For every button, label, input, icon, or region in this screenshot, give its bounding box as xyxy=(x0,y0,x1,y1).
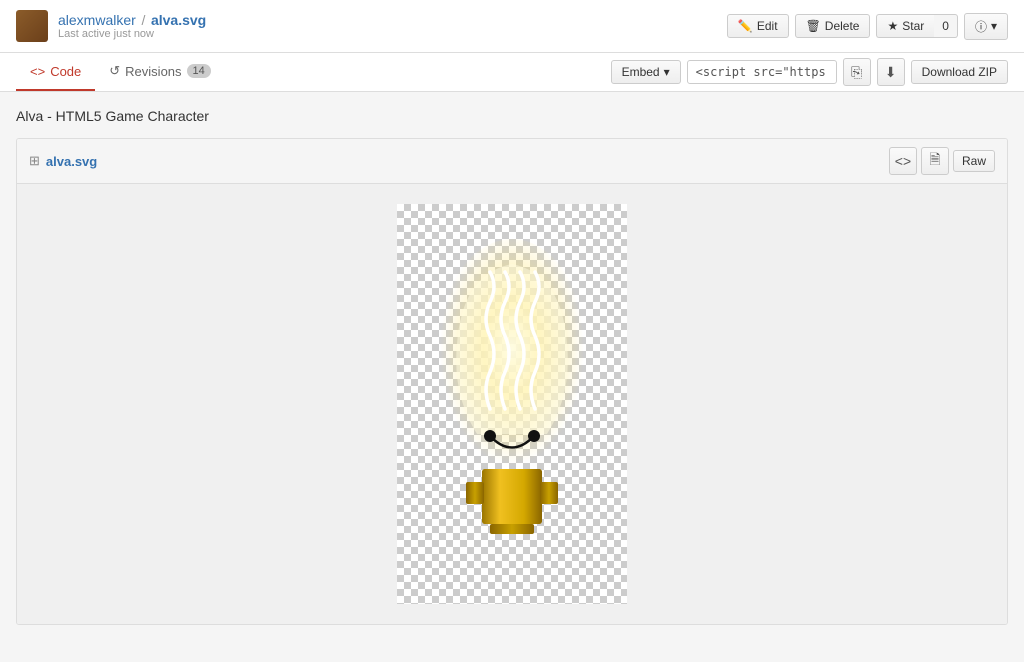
star-count: 0 xyxy=(934,14,958,38)
tab-revisions-label: Revisions xyxy=(125,64,181,79)
doc-button[interactable]: 🗎 xyxy=(921,147,949,175)
edit-label: Edit xyxy=(757,19,778,33)
header-left: alexmwalker / alva.svg Last active just … xyxy=(16,10,206,42)
code-view-button[interactable]: <> xyxy=(889,147,917,175)
embed-script-input[interactable] xyxy=(687,60,837,84)
avatar xyxy=(16,10,48,42)
file-header: ⊞ alva.svg <> 🗎 Raw xyxy=(17,139,1007,184)
delete-label: Delete xyxy=(825,19,860,33)
header-meta: alexmwalker / alva.svg Last active just … xyxy=(58,12,206,40)
raw-button[interactable]: Raw xyxy=(953,150,995,172)
header-actions: ✏️ Edit 🗑 Delete ★ Star 0 ⓘ ▾ xyxy=(727,13,1008,40)
star-label: Star xyxy=(902,19,924,33)
breadcrumb-repo[interactable]: alva.svg xyxy=(151,12,206,28)
tab-bar: <> Code ↺ Revisions 14 Embed ▾ ⎘ ⬇ Downl… xyxy=(0,53,1024,92)
svg-preview xyxy=(397,204,627,604)
star-icon: ★ xyxy=(887,19,898,33)
embed-label: Embed xyxy=(622,65,660,79)
delete-button[interactable]: 🗑 Delete xyxy=(795,14,871,38)
svg-container xyxy=(397,204,627,604)
info-icon: ⓘ xyxy=(975,18,987,35)
copy-button[interactable]: ⎘ xyxy=(843,58,871,86)
embed-button[interactable]: Embed ▾ xyxy=(611,60,681,84)
info-button[interactable]: ⓘ ▾ xyxy=(964,13,1008,40)
doc-icon: 🗎 xyxy=(929,149,940,173)
file-header-right: <> 🗎 Raw xyxy=(889,147,995,175)
breadcrumb-user[interactable]: alexmwalker xyxy=(58,12,136,28)
revisions-count: 14 xyxy=(187,64,211,78)
pencil-icon: ✏️ xyxy=(738,19,753,33)
breadcrumb: alexmwalker / alva.svg xyxy=(58,12,206,28)
tab-right-actions: Embed ▾ ⎘ ⬇ Download ZIP xyxy=(611,58,1008,86)
edit-button[interactable]: ✏️ Edit xyxy=(727,14,789,38)
file-header-left: ⊞ alva.svg xyxy=(29,153,97,169)
main-content: Alva - HTML5 Game Character ⊞ alva.svg <… xyxy=(0,92,1024,641)
page-title: Alva - HTML5 Game Character xyxy=(16,108,1008,124)
trash-icon: 🗑 xyxy=(806,19,821,33)
revisions-icon: ↺ xyxy=(109,63,120,79)
bulb-illustration xyxy=(422,214,602,594)
file-name[interactable]: alva.svg xyxy=(46,154,97,169)
embed-chevron-icon: ▾ xyxy=(664,65,670,79)
copy-icon: ⎘ xyxy=(851,64,862,81)
file-content xyxy=(17,184,1007,624)
file-type-icon: ⊞ xyxy=(29,153,40,169)
breadcrumb-separator: / xyxy=(141,12,145,28)
tab-code-label: Code xyxy=(50,64,81,79)
tab-revisions[interactable]: ↺ Revisions 14 xyxy=(95,53,225,91)
file-box: ⊞ alva.svg <> 🗎 Raw xyxy=(16,138,1008,625)
page-header: alexmwalker / alva.svg Last active just … xyxy=(0,0,1024,53)
download-icon: ⬇ xyxy=(885,64,897,81)
tab-code[interactable]: <> Code xyxy=(16,53,95,91)
download-button[interactable]: ⬇ xyxy=(877,58,905,86)
code-icon: <> xyxy=(30,64,45,79)
tabs: <> Code ↺ Revisions 14 xyxy=(16,53,225,91)
info-chevron: ▾ xyxy=(991,19,997,33)
code-view-icon: <> xyxy=(895,153,911,169)
last-active-text: Last active just now xyxy=(58,28,206,40)
download-zip-label: Download ZIP xyxy=(922,65,997,79)
raw-label: Raw xyxy=(962,154,986,168)
star-button[interactable]: ★ Star xyxy=(876,14,934,38)
star-group: ★ Star 0 xyxy=(876,14,957,38)
download-zip-button[interactable]: Download ZIP xyxy=(911,60,1008,84)
